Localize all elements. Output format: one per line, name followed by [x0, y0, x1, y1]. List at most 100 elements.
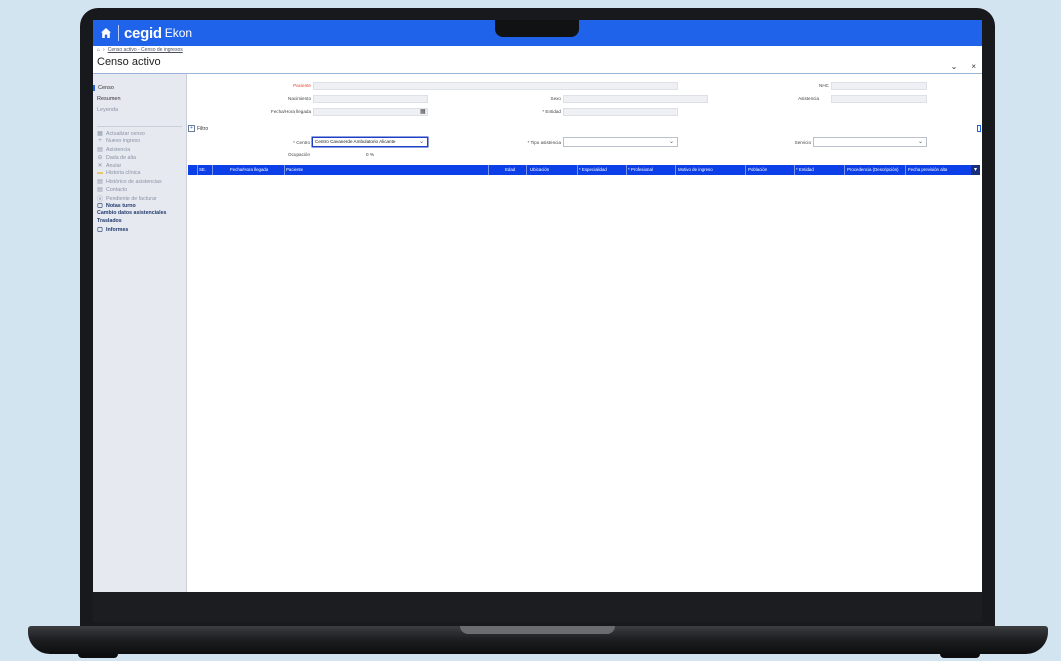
chevron-down-icon: ⌄ [668, 139, 674, 145]
column-divider [577, 165, 578, 175]
column-header-procedencia[interactable]: Procedencia (Descripción) [847, 165, 899, 175]
column-divider [905, 165, 906, 175]
action-label: Anular [106, 162, 122, 169]
folder-icon: ▬ [97, 170, 103, 176]
action-label: Nuevo ingreso [106, 138, 141, 144]
centro-value: Centro Cavanerde Ambulatorio Alicante [315, 139, 396, 144]
column-divider [197, 165, 198, 175]
column-divider [675, 165, 676, 175]
cambio-datos-link[interactable]: Cambio datos asistenciales [97, 210, 166, 216]
paciente-field [313, 82, 678, 90]
column-header-motivo-ingreso[interactable]: Motivo de ingreso [678, 165, 713, 175]
column-divider [844, 165, 845, 175]
tipo-asistencia-select[interactable]: ⌄ [563, 137, 678, 147]
chevron-down-icon: ⌄ [418, 139, 424, 145]
column-header-edad[interactable]: Edad [505, 165, 515, 175]
servicio-label: Servicio [794, 140, 811, 145]
centro-label: * Centro [293, 140, 310, 145]
title-tools: ⌄ × [951, 62, 976, 71]
breadcrumb-link[interactable]: Censo activo - Censo de ingresos [108, 47, 183, 53]
column-header-paciente[interactable]: Paciente [286, 165, 303, 175]
action-label: Asistencia [106, 146, 131, 153]
breadcrumb-separator: › [103, 47, 105, 53]
sidebar-tab-leyenda[interactable]: Leyenda [93, 107, 118, 113]
action-label: Historia clínica [106, 170, 141, 176]
nacimiento-field [313, 95, 428, 103]
column-divider [284, 165, 285, 175]
action-label: Pendiente de facturar [106, 195, 157, 202]
nacimiento-label: Nacimiento [288, 96, 311, 101]
traslados-link[interactable]: Traslados [97, 218, 122, 224]
action-label: Actualizar censo [106, 130, 145, 137]
sidebar-divider [97, 126, 182, 127]
laptop-foot [78, 654, 118, 658]
home-button[interactable] [98, 25, 114, 41]
sidebar: Censo Resumen Leyenda ▦ Actualizar censo… [93, 74, 187, 592]
refresh-icon: ▦ [97, 131, 103, 137]
column-menu-button[interactable]: ▾ [971, 165, 980, 175]
actualizar-censo-action[interactable]: ▦ Actualizar censo [97, 130, 145, 138]
sexo-field [563, 95, 708, 103]
asistencia-action[interactable]: ▤ Asistencia [97, 146, 131, 154]
notas-turno-action[interactable]: ▢ Notas turno [97, 202, 136, 210]
asistencia-label: Asistencia [798, 96, 819, 101]
column-divider [526, 165, 527, 175]
history-icon: ▤ [97, 179, 103, 185]
anular-action[interactable]: ✕ Anular [97, 162, 122, 170]
column-header-entidad[interactable]: * Entidad [796, 165, 814, 175]
home-icon [101, 28, 111, 38]
column-divider [794, 165, 795, 175]
notes-icon: ▢ [97, 203, 103, 209]
document-icon: ▤ [97, 147, 103, 153]
entidad-label: * Entidad [542, 109, 561, 114]
laptop-foot [940, 654, 980, 658]
sidebar-tab-resumen[interactable]: Resumen [93, 96, 121, 102]
column-header-fecha-llegada[interactable]: Fecha/Hora llegada [230, 165, 268, 175]
column-header-profesional[interactable]: * Profesional [628, 165, 653, 175]
servicio-select[interactable]: ⌄ [813, 137, 927, 147]
paciente-label: Paciente [293, 83, 311, 88]
fecha-llegada-field [313, 108, 428, 116]
nhc-label: NHC [819, 83, 829, 88]
plus-icon: + [98, 138, 102, 144]
calendar-icon[interactable]: ▦ [420, 108, 426, 115]
dada-de-alta-action[interactable]: ⊖ Dada de alta [97, 154, 136, 162]
column-header-especialidad[interactable]: * Especialidad [579, 165, 607, 175]
action-label: Informes [106, 226, 129, 233]
column-divider [488, 165, 489, 175]
cancel-icon: ✕ [97, 163, 103, 169]
column-header-fecha-prevision-alta[interactable]: Fecha previsión alta [908, 165, 947, 175]
column-divider [212, 165, 213, 175]
camera-notch [495, 20, 579, 37]
panel-toggle-icon[interactable] [977, 125, 981, 132]
ocupacion-value: 0 % [366, 152, 374, 157]
column-header-se[interactable]: SE. [199, 165, 206, 175]
entidad-field [563, 108, 678, 116]
historico-asistencias-action[interactable]: ▤ Histórico de asistencias [97, 178, 161, 186]
page-title: Censo activo [97, 56, 161, 68]
chevron-down-icon: ⌄ [917, 139, 923, 145]
historia-clinica-action[interactable]: ▬ Historia clínica [97, 170, 140, 176]
column-header-poblacion[interactable]: Población [748, 165, 767, 175]
column-header-ubicacion[interactable]: Ubicación [530, 165, 549, 175]
discharge-icon: ⊖ [97, 155, 103, 161]
close-button[interactable]: × [971, 62, 976, 71]
action-label: Contacto [106, 186, 128, 193]
centro-select[interactable]: Centro Cavanerde Ambulatorio Alicante ⌄ [312, 137, 428, 147]
title-divider [93, 73, 982, 74]
filter-toggle[interactable]: + Filtro [188, 125, 208, 132]
contacto-action[interactable]: ▤ Contacto [97, 186, 128, 194]
laptop-base-groove [460, 626, 615, 634]
nuevo-ingreso-action[interactable]: + Nuevo ingreso [97, 138, 140, 144]
sexo-label: Sexo [550, 96, 561, 101]
minimize-button[interactable]: ⌄ [951, 62, 958, 71]
sidebar-tab-censo[interactable]: Censo [93, 85, 114, 91]
filter-label: Filtro [197, 125, 209, 132]
home-icon[interactable]: ⌂ [97, 47, 100, 53]
action-label: Notas turno [106, 202, 136, 209]
fecha-llegada-label: Fecha/Hora llegada [270, 109, 311, 114]
column-divider [626, 165, 627, 175]
asistencia-field [831, 95, 927, 103]
informes-action[interactable]: ▢ Informes [97, 226, 129, 234]
nhc-field [831, 82, 927, 90]
